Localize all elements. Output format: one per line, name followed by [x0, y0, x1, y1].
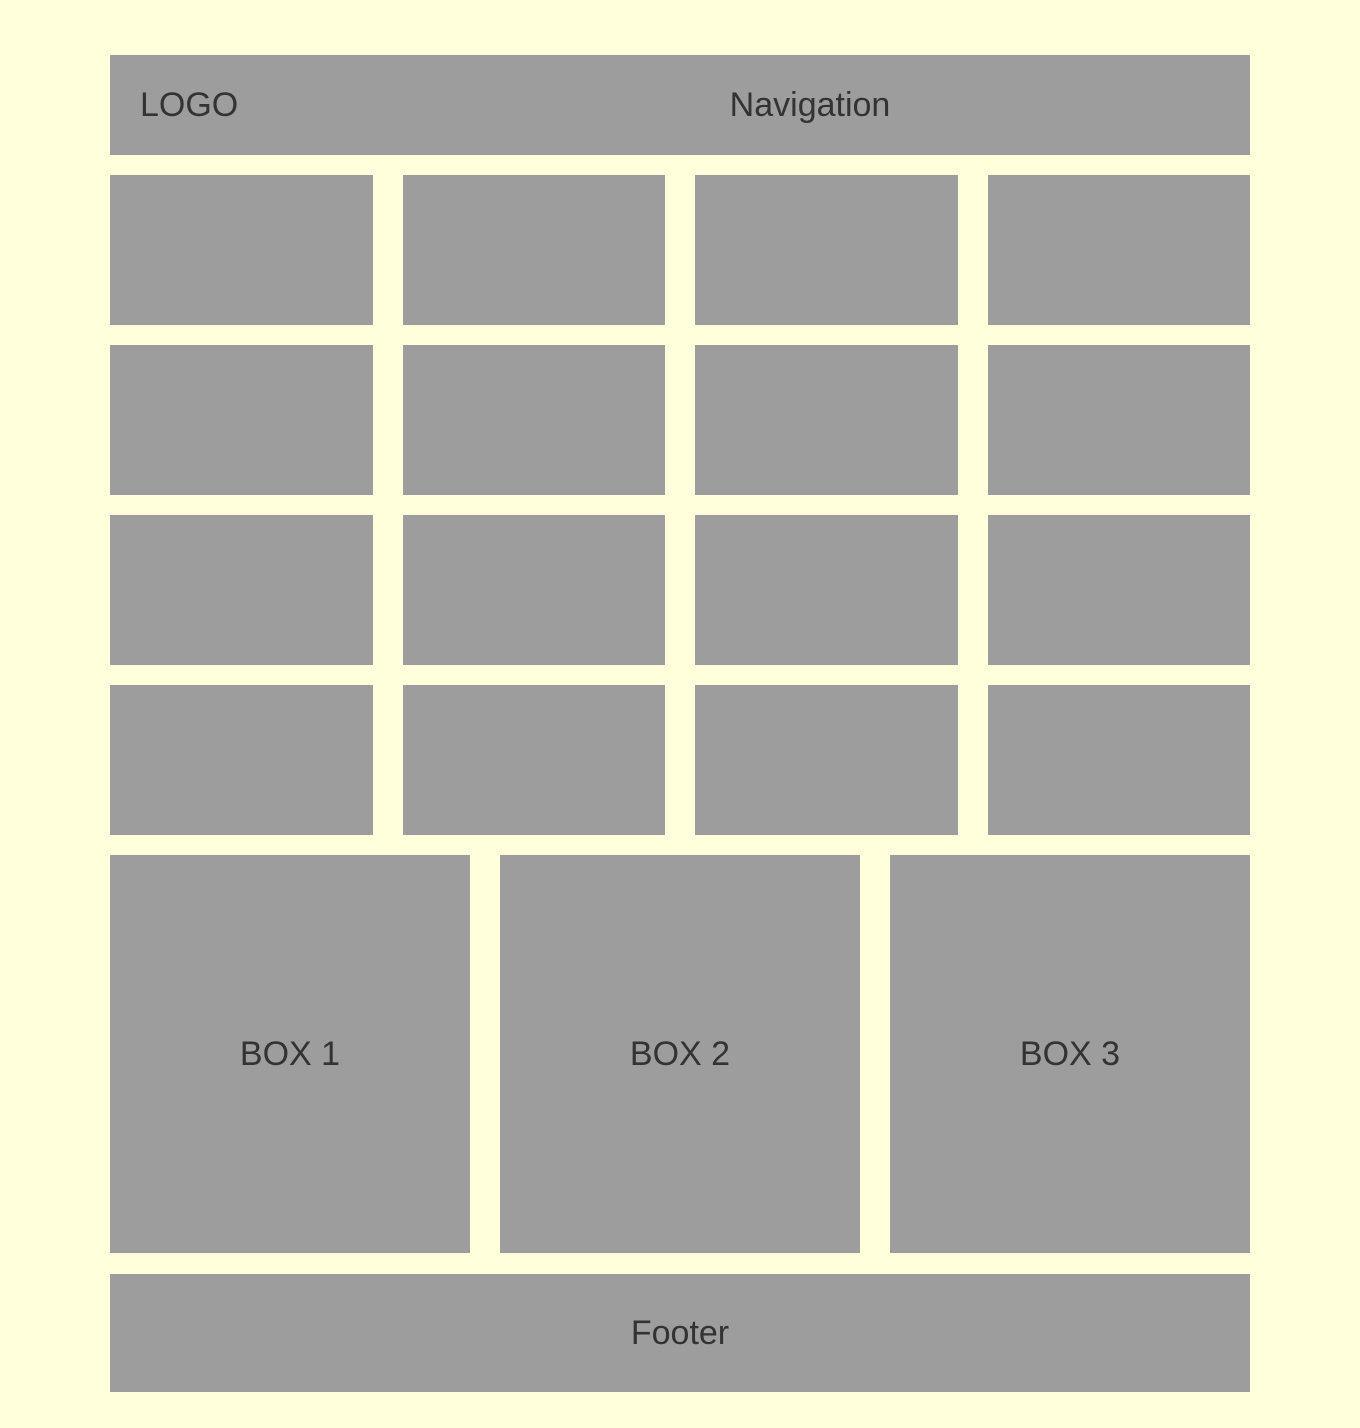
grid-tile — [987, 685, 1250, 835]
grid-tile — [987, 515, 1250, 665]
grid-tile — [695, 685, 958, 835]
logo[interactable]: LOGO — [140, 55, 238, 155]
box-2: BOX 2 — [500, 855, 860, 1253]
navigation[interactable]: Navigation — [670, 55, 950, 155]
tile-grid — [110, 175, 1250, 835]
grid-tile — [110, 515, 373, 665]
box-1: BOX 1 — [110, 855, 470, 1253]
footer: Footer — [110, 1274, 1250, 1392]
grid-tile — [695, 515, 958, 665]
grid-tile — [695, 345, 958, 495]
box-row: BOX 1 BOX 2 BOX 3 — [110, 855, 1250, 1253]
header: LOGO Navigation — [110, 55, 1250, 155]
box-3: BOX 3 — [890, 855, 1250, 1253]
grid-tile — [110, 685, 373, 835]
grid-tile — [402, 515, 665, 665]
grid-tile — [402, 175, 665, 325]
grid-tile — [402, 685, 665, 835]
grid-tile — [695, 175, 958, 325]
grid-tile — [110, 345, 373, 495]
grid-tile — [987, 175, 1250, 325]
grid-tile — [110, 175, 373, 325]
grid-tile — [402, 345, 665, 495]
grid-tile — [987, 345, 1250, 495]
